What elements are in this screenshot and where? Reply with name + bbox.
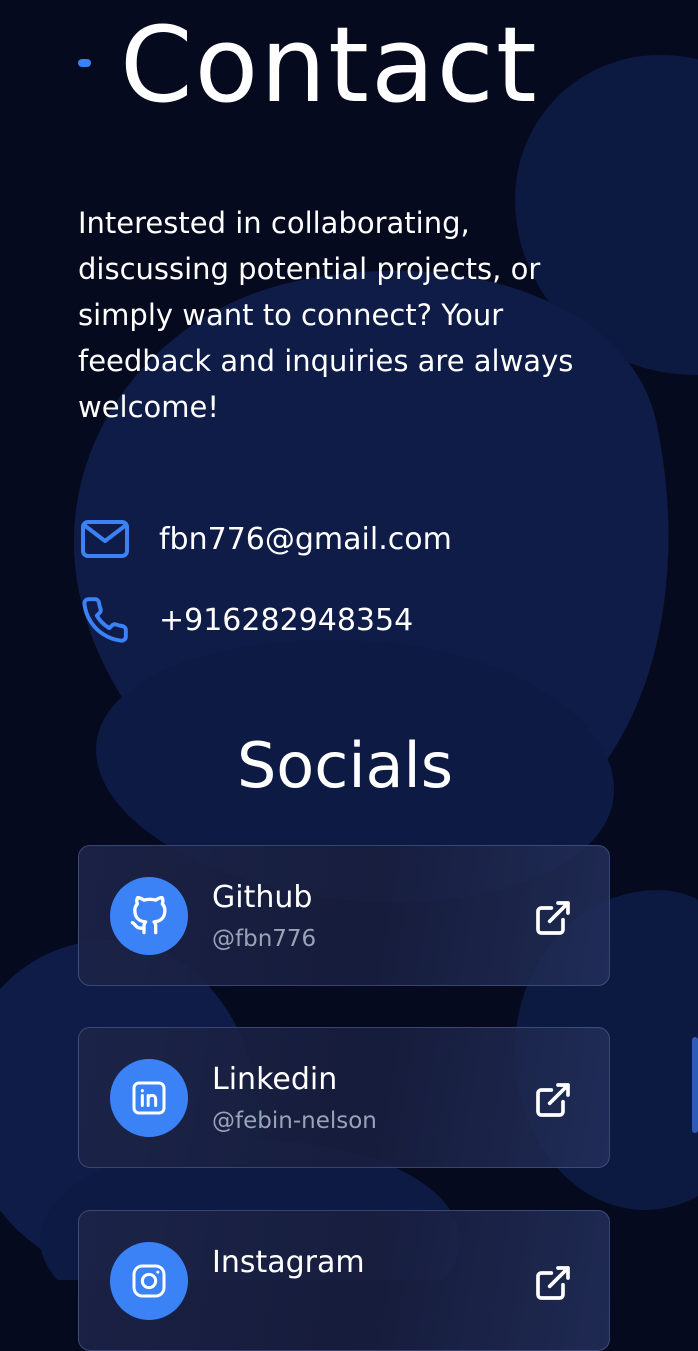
phone-number[interactable]: +916282948354 bbox=[159, 603, 413, 638]
linkedin-icon bbox=[110, 1059, 188, 1137]
external-link-icon[interactable] bbox=[533, 1080, 573, 1120]
phone-icon bbox=[80, 594, 132, 646]
scrollbar-thumb[interactable] bbox=[692, 1037, 698, 1133]
social-card-github[interactable]: Github @fbn776 bbox=[78, 845, 610, 986]
social-name: Instagram bbox=[212, 1245, 365, 1280]
section-marker-dot bbox=[78, 59, 91, 67]
github-icon bbox=[110, 877, 188, 955]
intro-text: Interested in collaborating, discussing … bbox=[78, 206, 574, 424]
social-card-instagram[interactable]: Instagram bbox=[78, 1210, 610, 1351]
external-link-icon[interactable] bbox=[533, 898, 573, 938]
social-name: Linkedin bbox=[212, 1062, 338, 1097]
contact-section: Contact Interested in collaborating, dis… bbox=[0, 0, 698, 1351]
phone-contact[interactable]: +916282948354 bbox=[80, 594, 413, 646]
social-card-linkedin[interactable]: Linkedin @febin-nelson bbox=[78, 1027, 610, 1168]
mail-icon bbox=[80, 513, 132, 565]
social-handle: @febin-nelson bbox=[212, 1108, 377, 1134]
email-contact[interactable]: fbn776@gmail.com bbox=[80, 513, 452, 565]
socials-heading: Socials bbox=[236, 729, 454, 802]
social-name: Github bbox=[212, 880, 313, 915]
social-handle: @fbn776 bbox=[212, 926, 317, 952]
external-link-icon[interactable] bbox=[533, 1263, 573, 1303]
instagram-icon bbox=[110, 1242, 188, 1320]
email-address[interactable]: fbn776@gmail.com bbox=[159, 522, 452, 557]
page-title: Contact bbox=[120, 4, 539, 126]
